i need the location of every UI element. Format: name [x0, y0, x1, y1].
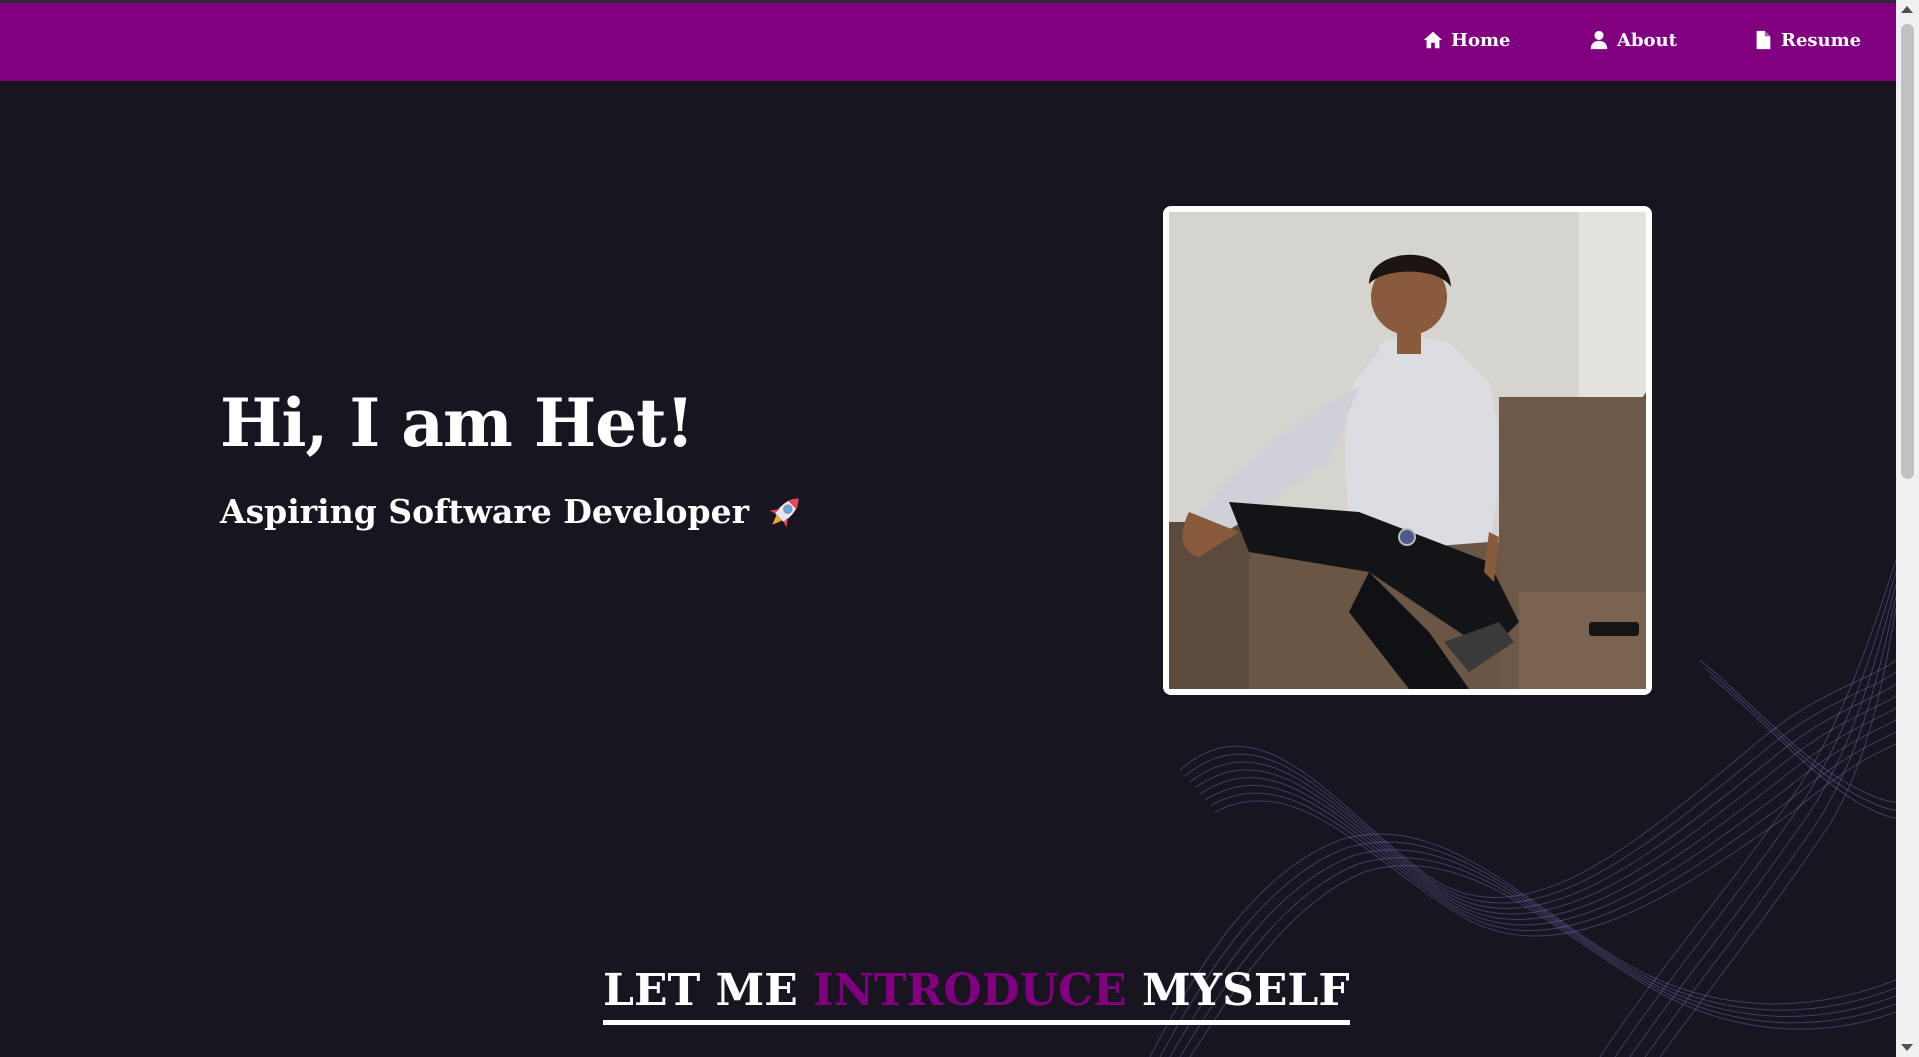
nav-resume-label: Resume	[1781, 29, 1862, 51]
profile-photo	[1169, 212, 1646, 689]
nav-resume-link[interactable]: Resume	[1752, 29, 1861, 51]
vertical-scrollbar[interactable]	[1896, 0, 1919, 1057]
user-icon	[1588, 29, 1610, 51]
rocket-icon	[763, 490, 807, 534]
intro-heading-part1: LET ME	[603, 965, 798, 1016]
document-icon	[1752, 29, 1774, 51]
scroll-down-arrow-icon[interactable]	[1901, 1044, 1913, 1051]
nav-about-link[interactable]: About	[1588, 29, 1677, 51]
nav-home-label: Home	[1451, 29, 1511, 51]
page: Home About Resume Hi, I am Het! Aspiring…	[0, 0, 1919, 1057]
nav-about-label: About	[1617, 29, 1677, 51]
profile-photo-frame	[1163, 206, 1652, 695]
scroll-up-arrow-icon[interactable]	[1901, 6, 1913, 13]
scrollbar-thumb[interactable]	[1901, 24, 1914, 479]
hero-subtitle: Aspiring Software Developer	[220, 490, 807, 534]
hero-subtitle-text: Aspiring Software Developer	[220, 492, 749, 531]
intro-heading-part3: MYSELF	[1141, 965, 1350, 1016]
intro-heading: LET ME INTRODUCE MYSELF	[603, 964, 1350, 1025]
intro-heading-accent: INTRODUCE	[813, 965, 1127, 1016]
navbar: Home About Resume	[0, 3, 1896, 81]
hero-title: Hi, I am Het!	[220, 384, 695, 462]
nav-home-link[interactable]: Home	[1422, 29, 1511, 51]
home-icon	[1422, 29, 1444, 51]
